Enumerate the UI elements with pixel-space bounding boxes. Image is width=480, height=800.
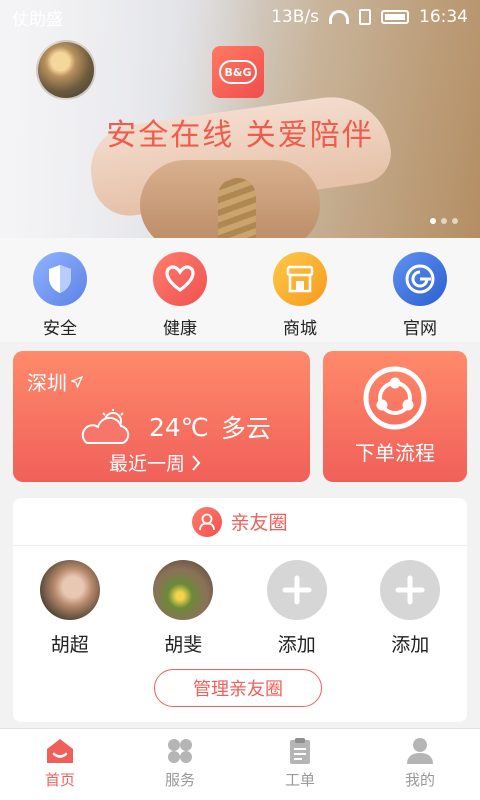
friends-member-list: 胡超 胡斐 添加 添加	[13, 546, 467, 657]
plus-icon	[380, 560, 441, 620]
friends-icon	[192, 506, 223, 537]
quick-link-health[interactable]: 健康	[120, 238, 240, 342]
globe-g-icon	[393, 252, 447, 306]
carousel-indicator	[430, 218, 458, 224]
city-name: 深圳	[27, 371, 67, 395]
clipboard-icon	[290, 738, 310, 764]
add-member-button[interactable]: 添加	[360, 560, 460, 657]
net-speed: 13B/s	[271, 7, 319, 27]
tab-home[interactable]: 首页	[0, 729, 120, 800]
quick-link-mall[interactable]: 商城	[240, 238, 360, 342]
tab-label: 首页	[44, 771, 75, 789]
carousel-dot	[452, 218, 458, 224]
friends-circle-header: 亲友圈	[13, 498, 467, 546]
banner-carousel[interactable]: 仗助盛 13B/s 16:34 B&G 安全在线 关爱陪伴	[0, 0, 480, 238]
order-process-label: 下单流程	[355, 441, 435, 465]
member-avatar	[153, 560, 214, 620]
brand-logo-text: B&G	[219, 60, 257, 84]
tab-service[interactable]: 服务	[120, 729, 240, 800]
member-avatar	[39, 560, 100, 620]
plus-icon	[266, 560, 327, 620]
carousel-dot	[430, 218, 436, 224]
weather-condition: 多云	[220, 414, 271, 443]
quick-link-label: 官网	[403, 319, 437, 339]
tab-work-order[interactable]: 工单	[240, 729, 360, 800]
week-link-label: 最近一周	[109, 453, 186, 475]
tab-label: 我的	[404, 771, 435, 789]
bottom-tab-bar: 首页 服务 工单 我的	[0, 728, 480, 800]
order-flow-icon	[363, 366, 427, 430]
banner-image-cane	[218, 178, 256, 238]
quick-links: 安全 健康 商城 官网	[0, 238, 480, 342]
add-member-button[interactable]: 添加	[247, 560, 347, 657]
carousel-dot	[441, 218, 447, 224]
heart-icon	[153, 252, 207, 306]
friends-circle-title: 亲友圈	[230, 512, 288, 534]
user-avatar[interactable]	[36, 40, 96, 100]
member-name: 胡超	[50, 634, 89, 656]
weather-card[interactable]: 深圳 24℃ 多云 最近一周	[13, 351, 310, 482]
carrier-label: 仗助盛	[12, 9, 63, 30]
order-process-card[interactable]: 下单流程	[323, 351, 467, 482]
tab-profile[interactable]: 我的	[360, 729, 480, 800]
wifi-icon	[329, 10, 349, 24]
weather-temp: 24℃	[149, 412, 209, 442]
tab-label: 工单	[284, 771, 315, 789]
weather-summary: 24℃ 多云	[77, 407, 271, 447]
add-member-label: 添加	[277, 634, 316, 656]
clock: 16:34	[419, 7, 468, 27]
manage-friends-button[interactable]: 管理亲友圈	[154, 669, 322, 707]
quick-link-safety[interactable]: 安全	[0, 238, 120, 342]
location-arrow-icon	[71, 375, 83, 388]
status-bar: 仗助盛 13B/s 16:34	[0, 0, 480, 34]
brand-logo: B&G	[212, 46, 264, 98]
shield-icon	[33, 252, 87, 306]
banner-slogan: 安全在线 关爱陪伴	[106, 118, 374, 153]
weather-week-link[interactable]: 最近一周	[109, 449, 201, 476]
member-item[interactable]: 胡斐	[133, 560, 233, 657]
shop-icon	[273, 252, 327, 306]
battery-icon	[381, 10, 409, 24]
cloud-sun-icon	[81, 409, 130, 444]
quick-link-label: 健康	[163, 319, 197, 339]
friends-circle-panel: 亲友圈 胡超 胡斐 添加 添加 管理亲友圈	[13, 498, 467, 722]
tab-label: 服务	[164, 771, 195, 789]
quick-link-label: 商城	[283, 319, 317, 339]
member-item[interactable]: 胡超	[20, 560, 120, 657]
service-icon	[168, 739, 192, 763]
user-icon	[407, 738, 433, 764]
sim-icon	[359, 9, 371, 25]
add-member-label: 添加	[391, 634, 430, 656]
weather-city[interactable]: 深圳	[27, 367, 83, 396]
home-icon	[47, 739, 73, 763]
chevron-right-icon	[192, 454, 201, 471]
quick-link-label: 安全	[43, 319, 77, 339]
member-name: 胡斐	[164, 634, 203, 656]
quick-link-website[interactable]: 官网	[360, 238, 480, 342]
